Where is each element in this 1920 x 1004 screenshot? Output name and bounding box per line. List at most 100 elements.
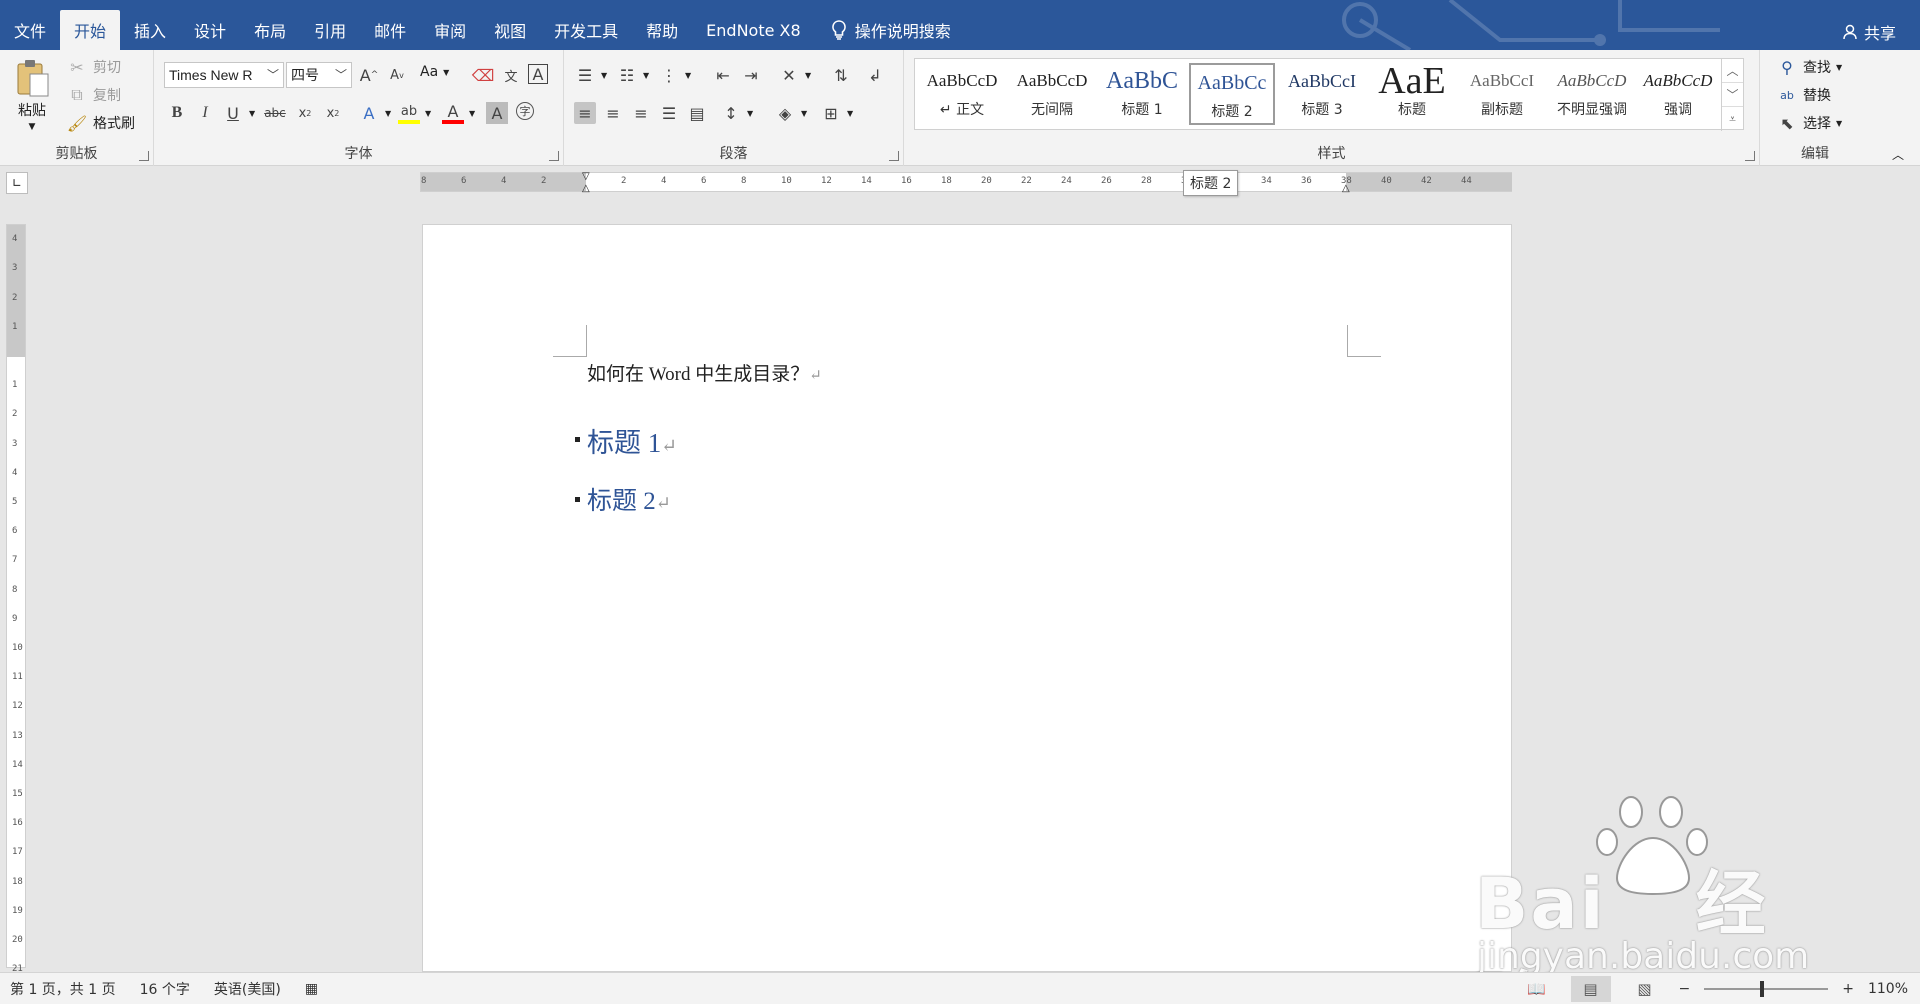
tab-home[interactable]: 开始 (60, 10, 121, 50)
decrease-indent-button[interactable]: ⇤ (712, 64, 734, 86)
zoom-in-button[interactable]: + (1842, 981, 1854, 997)
tab-view[interactable]: 视图 (480, 10, 540, 50)
font-color-button[interactable]: A ▼ (442, 102, 475, 124)
shading-button[interactable]: ◈ ▼ (774, 102, 807, 124)
tab-selector[interactable]: ∟ (6, 172, 28, 194)
collapse-marker-icon[interactable] (575, 497, 580, 502)
word-count[interactable]: 16 个字 (140, 979, 190, 999)
font-size-combobox[interactable]: 四号 ﹀ (286, 62, 352, 88)
paragraph-dialog-launcher[interactable] (889, 151, 899, 161)
left-indent-marker[interactable]: △ (582, 183, 590, 194)
text-effects-button[interactable]: A ▼ (358, 102, 392, 124)
bold-button[interactable]: B (166, 102, 188, 124)
sort-button[interactable]: ⇅ (830, 64, 852, 86)
character-shading-button[interactable]: A (486, 102, 508, 124)
style-subtle-emphasis[interactable]: AaBbCcD 不明显强调 (1549, 63, 1635, 125)
style-no-spacing[interactable]: AaBbCcD 无间隔 (1009, 63, 1095, 125)
tab-design[interactable]: 设计 (180, 10, 240, 50)
clear-formatting-button[interactable]: ⌫ (472, 64, 495, 86)
phonetic-guide-button[interactable]: 文 (500, 64, 522, 86)
copy-button[interactable]: ⧉ 复制 (66, 84, 121, 106)
font-name-combobox[interactable]: Times New R ﹀ (164, 62, 284, 88)
style-emphasis[interactable]: AaBbCcD 强调 (1635, 63, 1721, 125)
multilevel-list-button[interactable]: ⋮ ▼ (658, 64, 691, 86)
print-layout-button[interactable]: ▤ (1570, 975, 1611, 1002)
horizontal-ruler[interactable]: 8642246810121416182022242628303234363840… (420, 171, 1512, 194)
gallery-more-button[interactable]: ⩡ (1722, 107, 1743, 131)
change-case-button[interactable]: Aa ▼ (420, 64, 449, 80)
style-heading-3[interactable]: AaBbCcI 标题 3 (1279, 63, 1365, 125)
first-line-indent-marker[interactable]: ▽ (582, 171, 590, 182)
superscript-button[interactable]: x2 (322, 102, 344, 124)
cut-button[interactable]: ✂ 剪切 (66, 56, 121, 78)
right-indent-marker[interactable]: △ (1342, 183, 1350, 194)
align-center-button[interactable]: ≡ (602, 102, 624, 124)
chevron-down-icon: ▼ (425, 108, 432, 118)
styles-dialog-launcher[interactable] (1745, 151, 1755, 161)
macro-recording-icon[interactable]: ▦ (305, 981, 318, 997)
style-subtitle[interactable]: AaBbCcI 副标题 (1459, 63, 1545, 125)
style-normal[interactable]: AaBbCcD ↵ 正文 (919, 63, 1005, 125)
style-heading-1[interactable]: AaBbC 标题 1 (1099, 63, 1185, 125)
increase-indent-button[interactable]: ⇥ (740, 64, 762, 86)
collapse-marker-icon[interactable] (575, 437, 580, 442)
ruler-tick: 22 (1021, 176, 1032, 186)
tab-endnote[interactable]: EndNote X8 (692, 10, 815, 50)
tab-help[interactable]: 帮助 (632, 10, 692, 50)
tab-review[interactable]: 审阅 (420, 10, 480, 50)
format-painter-button[interactable]: 🖌 格式刷 (66, 112, 135, 134)
paragraph-text: 如何在 Word 中生成目录？ (587, 364, 810, 385)
line-spacing-button[interactable]: ↕ ▼ (720, 102, 753, 124)
justify-button[interactable]: ☰ (658, 102, 680, 124)
page-count[interactable]: 第 1 页，共 1 页 (10, 979, 116, 999)
distributed-button[interactable]: ▤ (686, 102, 708, 124)
replace-button[interactable]: ab 替换 (1776, 84, 1831, 106)
italic-button[interactable]: I (194, 102, 216, 124)
heading-1-paragraph[interactable]: 标题 1↵ (575, 421, 677, 460)
paste-button[interactable]: 粘贴 ▼ (14, 58, 50, 132)
tell-me-search[interactable]: 操作说明搜索 (831, 10, 951, 50)
tab-developer[interactable]: 开发工具 (540, 10, 632, 50)
show-marks-button[interactable]: ↲ (864, 64, 886, 86)
character-border-button[interactable]: A (528, 64, 548, 84)
body-paragraph[interactable]: 如何在 Word 中生成目录？↵ (587, 359, 822, 386)
tab-insert[interactable]: 插入 (120, 10, 180, 50)
share-button[interactable]: 共享 (1842, 20, 1896, 44)
read-mode-button[interactable]: 📖 (1517, 976, 1557, 1002)
tab-file[interactable]: 文件 (0, 10, 60, 50)
grow-font-button[interactable]: A ^ (358, 64, 380, 86)
web-layout-button[interactable]: ▧ (1625, 976, 1665, 1002)
strikethrough-button[interactable]: abc (264, 102, 286, 124)
collapse-ribbon-button[interactable]: ︿ (1892, 146, 1904, 163)
heading-2-paragraph[interactable]: 标题 2↵ (575, 481, 671, 517)
font-dialog-launcher[interactable] (549, 151, 559, 161)
tab-layout[interactable]: 布局 (240, 10, 300, 50)
zoom-out-button[interactable]: − (1679, 981, 1691, 997)
highlight-color-button[interactable]: ab ▼ (398, 102, 431, 124)
enclose-characters-button[interactable]: 字 (516, 102, 534, 120)
document-page[interactable]: 如何在 Word 中生成目录？↵ 标题 1↵ 标题 2↵ (422, 224, 1512, 972)
bullets-button[interactable]: ☰ ▼ (574, 64, 607, 86)
borders-button[interactable]: ⊞ ▼ (820, 102, 853, 124)
zoom-slider[interactable] (1704, 980, 1829, 997)
gallery-down-button[interactable]: ﹀ (1722, 83, 1743, 107)
style-title[interactable]: AaE 标题 (1369, 63, 1455, 125)
tab-references[interactable]: 引用 (300, 10, 360, 50)
style-heading-2[interactable]: AaBbCc 标题 2 (1189, 63, 1275, 125)
align-left-button[interactable]: ≡ (574, 102, 596, 124)
align-right-button[interactable]: ≡ (630, 102, 652, 124)
underline-button[interactable]: U ▼ (222, 102, 255, 124)
clipboard-dialog-launcher[interactable] (139, 151, 149, 161)
zoom-level[interactable]: 110% (1868, 981, 1908, 997)
gallery-up-button[interactable]: ︿ (1722, 59, 1743, 83)
language-indicator[interactable]: 英语(美国) (214, 979, 281, 999)
vertical-ruler[interactable]: 4 3 2 1 1 2 3 4 5 6 7 8 9 10 11 12 13 14 15 16 17 18 19 20 21 (6, 224, 26, 974)
chinese-layout-button[interactable]: ✕ ▼ (778, 64, 811, 86)
shrink-font-button[interactable]: Av (386, 64, 408, 86)
zoom-slider-thumb[interactable] (1760, 980, 1765, 997)
find-button[interactable]: ⚲ 查找 ▼ (1776, 56, 1842, 78)
numbering-button[interactable]: ☷ ▼ (616, 64, 649, 86)
select-button[interactable]: ⬉ 选择 ▼ (1776, 112, 1842, 134)
subscript-button[interactable]: x2 (294, 102, 316, 124)
tab-mailings[interactable]: 邮件 (360, 10, 420, 50)
